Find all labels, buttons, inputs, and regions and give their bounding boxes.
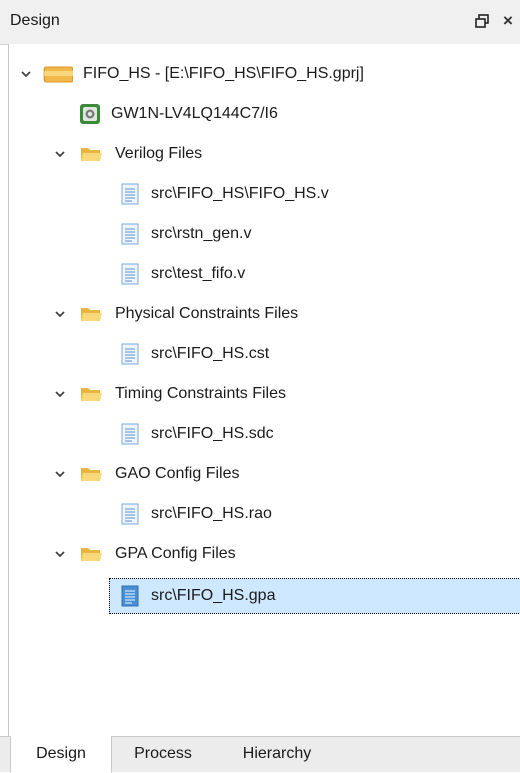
- device-label: GW1N-LV4LQ144C7/I6: [111, 105, 278, 122]
- file-document-icon: [121, 423, 139, 445]
- chevron-down-icon[interactable]: [53, 307, 67, 321]
- tree-item-project[interactable]: FIFO_HS - [E:\FIFO_HS\FIFO_HS.gprj]: [19, 58, 364, 90]
- project-icon: [43, 66, 73, 83]
- float-window-icon[interactable]: [474, 12, 490, 30]
- tree-group-timing-constraints[interactable]: Timing Constraints Files: [53, 378, 286, 410]
- chevron-down-icon[interactable]: [19, 67, 33, 81]
- tree-group-verilog-files[interactable]: Verilog Files: [53, 138, 202, 170]
- folder-open-icon: [81, 548, 102, 561]
- file-document-icon: [121, 183, 139, 205]
- chevron-down-icon[interactable]: [53, 467, 67, 481]
- chevron-down-icon[interactable]: [53, 147, 67, 161]
- tree-file-item[interactable]: src\rstn_gen.v: [119, 218, 251, 250]
- panel-title: Design: [10, 12, 60, 29]
- chevron-down-icon[interactable]: [53, 387, 67, 401]
- tab-hierarchy[interactable]: Hierarchy: [214, 737, 340, 771]
- tree-file-item[interactable]: src\FIFO_HS.rao: [119, 498, 272, 530]
- tree-group-gpa-config[interactable]: GPA Config Files: [53, 538, 236, 570]
- tree-item-device[interactable]: GW1N-LV4LQ144C7/I6: [79, 98, 278, 130]
- folder-open-icon: [81, 468, 102, 481]
- chip-device-icon: [80, 104, 100, 124]
- tree-file-item[interactable]: src\FIFO_HS.sdc: [119, 418, 274, 450]
- file-document-icon: [121, 223, 139, 245]
- panel-titlebar: Design ×: [0, 0, 520, 45]
- close-icon[interactable]: ×: [500, 11, 516, 30]
- design-panel: Design × FIFO_HS - [E:\FIFO_HS\FIFO_HS.g…: [0, 0, 520, 773]
- project-label: FIFO_HS - [E:\FIFO_HS\FIFO_HS.gprj]: [83, 65, 364, 82]
- folder-open-icon: [81, 308, 102, 321]
- tree-file-item[interactable]: src\FIFO_HS\FIFO_HS.v: [119, 178, 329, 210]
- tree-file-item[interactable]: src\test_fifo.v: [119, 258, 245, 290]
- tree-file-item-selected[interactable]: src\FIFO_HS.gpa: [109, 578, 520, 614]
- tab-design[interactable]: Design: [10, 736, 112, 773]
- file-document-icon: [121, 503, 139, 525]
- tree-group-gao-config[interactable]: GAO Config Files: [53, 458, 239, 490]
- file-document-icon: [121, 263, 139, 285]
- tree-file-item[interactable]: src\FIFO_HS.cst: [119, 338, 269, 370]
- chevron-down-icon[interactable]: [53, 547, 67, 561]
- folder-open-icon: [81, 148, 102, 161]
- folder-open-icon: [81, 388, 102, 401]
- tree-group-physical-constraints[interactable]: Physical Constraints Files: [53, 298, 298, 330]
- bottom-tab-bar: Design Process Hierarchy: [0, 736, 520, 773]
- design-tree: FIFO_HS - [E:\FIFO_HS\FIFO_HS.gprj] GW1N…: [8, 44, 520, 736]
- file-document-icon: [121, 585, 139, 607]
- tab-process[interactable]: Process: [114, 737, 212, 771]
- file-document-icon: [121, 343, 139, 365]
